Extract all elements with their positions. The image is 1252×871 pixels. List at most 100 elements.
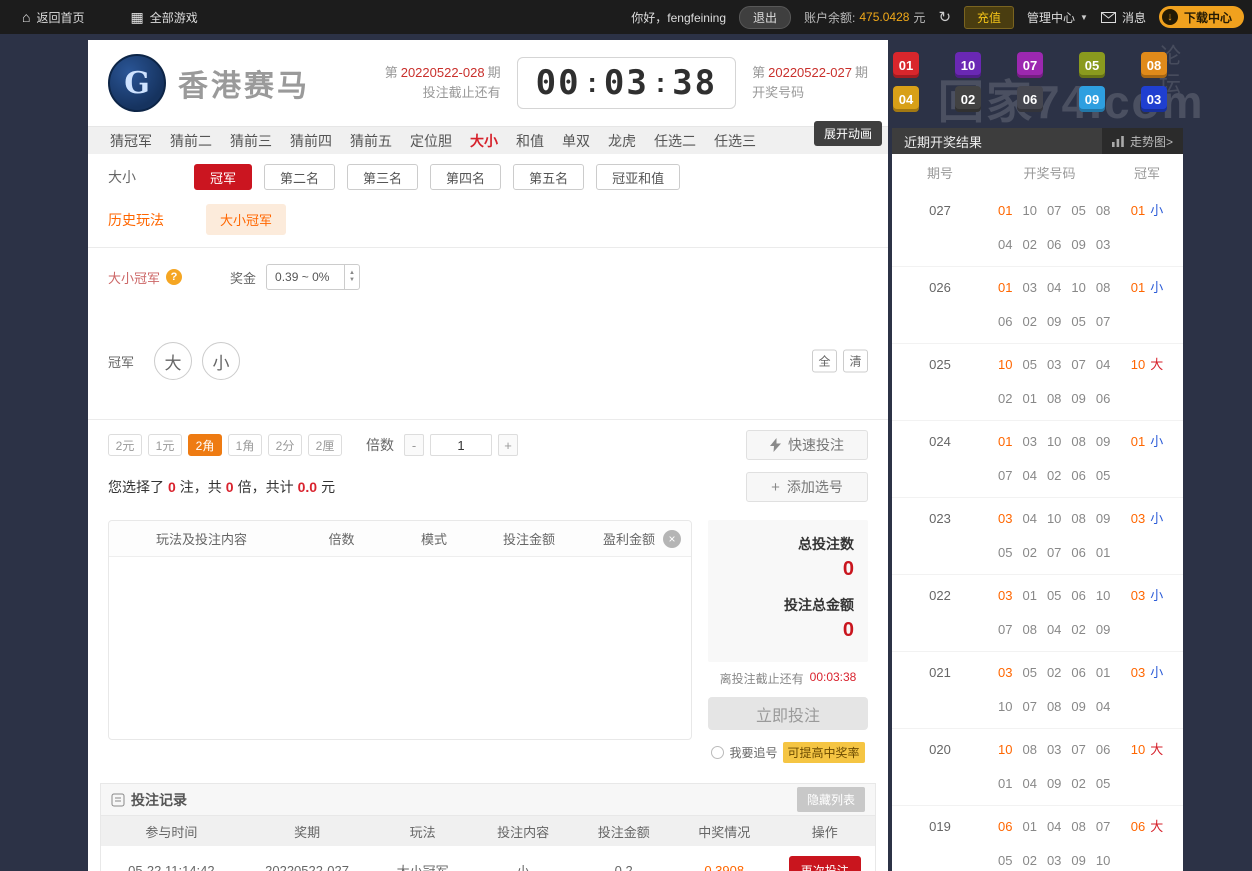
amount-chip-1元[interactable]: 1元 (148, 434, 182, 456)
amount-chip-2元[interactable]: 2元 (108, 434, 142, 456)
messages-link[interactable]: 消息 (1100, 9, 1146, 26)
result-number-line: 01 10 07 05 08 (998, 200, 1111, 222)
selected-bets-count: 0 (168, 479, 176, 495)
record-action: 再次投注 (774, 855, 875, 871)
records-body: 05-22 11:14:42 20220522-027 大小冠军 小 0.2 0.3908… (101, 846, 875, 871)
result-number: 02 (1022, 853, 1037, 868)
position-button-冠军[interactable]: 冠军 (194, 164, 253, 190)
multiplier-value[interactable]: 1 (430, 434, 492, 456)
logout-button[interactable]: 退出 (739, 5, 792, 29)
close-icon[interactable]: × (663, 530, 681, 548)
trend-chart-link[interactable]: 走势图> (1101, 128, 1183, 154)
position-button-第五名[interactable]: 第五名 (513, 164, 585, 190)
prize-select[interactable]: 0.39 ~ 0% ▲ ▼ (266, 264, 361, 290)
admin-center-menu[interactable]: 管理中心 ▼ (1027, 9, 1088, 26)
nav-tab-猜前四[interactable]: 猜前四 (290, 131, 332, 151)
nav-tab-猜冠军[interactable]: 猜冠军 (110, 131, 152, 151)
select-all-button[interactable]: 全 (812, 349, 837, 373)
nav-tab-龙虎[interactable]: 龙虎 (608, 131, 636, 151)
position-button-第三名[interactable]: 第三名 (347, 164, 419, 190)
nav-tab-和值[interactable]: 和值 (516, 131, 544, 151)
multiplier-plus-button[interactable]: + (498, 434, 518, 456)
result-champion: 01 小 (1111, 277, 1183, 333)
champion-number: 03 (1130, 665, 1146, 680)
size-option-大[interactable]: 大 (154, 342, 193, 380)
result-issue: 020 (929, 742, 951, 757)
multiplier-minus-button[interactable]: - (404, 434, 424, 456)
lottery-ball: 02 (955, 86, 981, 112)
bet-table-col-header: 倍数 (328, 532, 355, 547)
back-home-link[interactable]: ⌂ 返回首页 (22, 9, 84, 26)
result-number: 02 (998, 391, 1013, 406)
result-number-line: 07 08 04 02 09 (998, 619, 1111, 641)
sidebar-header: 近期开奖结果 走势图> (892, 128, 1183, 154)
result-issue: 027 (929, 203, 951, 218)
champion-number: 01 (1130, 203, 1146, 218)
size-option-小[interactable]: 小 (202, 342, 241, 380)
result-number: 08 (1071, 511, 1086, 526)
quick-bet-button[interactable]: 快速投注 (746, 430, 868, 460)
rebet-button[interactable]: 再次投注 (788, 855, 861, 871)
download-center-button[interactable]: ↓ 下载中心 (1158, 6, 1244, 28)
position-button-第四名[interactable]: 第四名 (430, 164, 502, 190)
help-icon[interactable]: ? (166, 269, 183, 285)
nav-tab-任选二[interactable]: 任选二 (654, 131, 696, 151)
champion-number: 01 (1130, 434, 1146, 449)
champion-size: 小 (1150, 588, 1164, 603)
nav-tab-大小[interactable]: 大小 (470, 131, 498, 151)
result-number: 04 (1046, 819, 1062, 834)
position-button-第二名[interactable]: 第二名 (264, 164, 336, 190)
add-selection-label: 添加选号 (786, 479, 843, 495)
champion-size: 小 (1150, 203, 1164, 218)
subnav-bar: 大小 冠军 第二名 第三名 第四名 第五名 冠亚和值 (88, 154, 888, 196)
amount-chip-1角[interactable]: 1角 (228, 434, 262, 456)
nav-tab-定位胆[interactable]: 定位胆 (410, 131, 452, 151)
clear-button[interactable]: 清 (843, 349, 868, 373)
bet-table-header: 玩法及投注内容 倍数 模式 投注金额 盈利金额 × (109, 521, 691, 557)
expand-animation-button[interactable]: 展开动画 (813, 121, 882, 146)
result-number: 07 (998, 468, 1013, 483)
result-number: 03 (1022, 280, 1037, 295)
account-balance: 账户余额: 475.0428 元 (804, 9, 925, 26)
result-number: 09 (1071, 699, 1086, 714)
amount-chip-2分[interactable]: 2分 (268, 434, 302, 456)
grid-icon: ▦ (130, 8, 144, 25)
chase-radio[interactable] (711, 746, 725, 759)
result-number-line: 10 05 03 07 04 (998, 354, 1111, 376)
hide-list-button[interactable]: 隐藏列表 (796, 787, 865, 812)
result-number: 08 (1022, 742, 1037, 757)
add-selection-button[interactable]: + 添加选号 (746, 472, 868, 502)
amount-chip-2角[interactable]: 2角 (188, 434, 222, 456)
multiplier-stepper: - 1 + (404, 434, 518, 456)
nav-tab-猜前五[interactable]: 猜前五 (350, 131, 392, 151)
all-games-link[interactable]: ▦ 全部游戏 (130, 9, 197, 26)
refresh-balance-icon[interactable]: ↻ (938, 8, 951, 26)
nav-tab-猜前三[interactable]: 猜前三 (230, 131, 272, 151)
history-play-label[interactable]: 历史玩法 (108, 210, 164, 230)
position-button-冠亚和值[interactable]: 冠亚和值 (596, 164, 681, 190)
champion-size: 大 (1150, 819, 1164, 834)
nav-tab-任选三[interactable]: 任选三 (714, 131, 756, 151)
bet-table-col-header: 玩法及投注内容 (155, 532, 247, 547)
result-number: 06 (1071, 545, 1086, 560)
result-row: 024 01 03 10 08 09 07 04 02 06 05 01 小 (892, 421, 1183, 498)
nav-tab-单双[interactable]: 单双 (562, 131, 590, 151)
prize-spinner[interactable]: ▲ ▼ (344, 265, 359, 289)
recharge-button[interactable]: 充值 (964, 5, 1015, 29)
result-number-line: 01 04 09 02 05 (998, 773, 1111, 795)
lottery-ball: 03 (1141, 86, 1167, 112)
summary-column: 总投注数 0 投注总金额 0 离投注截止还有 00:03:38 立即投注 我要追… (708, 520, 868, 763)
result-number: 03 (1046, 742, 1062, 757)
greeting-text: 你好，fengfeining (631, 10, 726, 25)
nav-tab-猜前二[interactable]: 猜前二 (170, 131, 212, 151)
bet-now-button[interactable]: 立即投注 (708, 697, 868, 730)
last-issue-info: 第 20220522-027 期 开奖号码 (752, 63, 868, 103)
position-buttons: 冠军 第二名 第三名 第四名 第五名 冠亚和值 (194, 164, 681, 190)
result-number: 02 (1022, 314, 1037, 329)
result-number-line: 03 01 05 06 10 (998, 585, 1111, 607)
draw-numbers-label: 开奖号码 (752, 85, 805, 100)
balance-unit: 元 (913, 10, 926, 25)
amount-chip-2厘[interactable]: 2厘 (308, 434, 342, 456)
history-play-tag[interactable]: 大小冠军 (206, 204, 287, 235)
result-number: 05 (1071, 203, 1086, 218)
